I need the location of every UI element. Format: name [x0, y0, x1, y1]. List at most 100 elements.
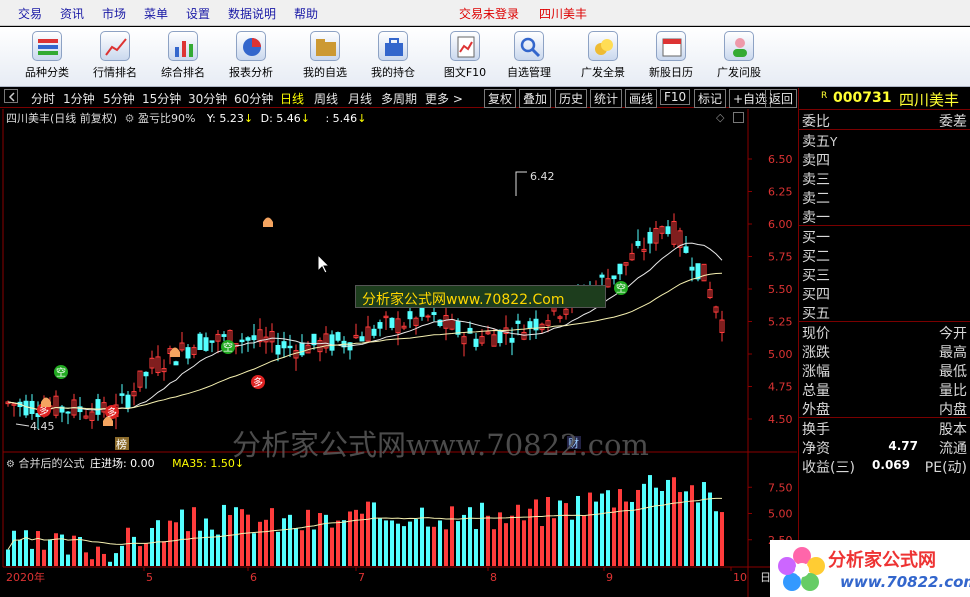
sub-bar: [648, 475, 652, 566]
sub-bar: [96, 546, 100, 566]
tool-f10[interactable]: F10: [660, 89, 691, 105]
sub-bar: [300, 530, 304, 566]
pie-chart-icon: [236, 31, 266, 61]
sub-bar: [540, 526, 544, 566]
high-price-label: 6.42: [530, 170, 555, 183]
sub-bar: [162, 541, 166, 566]
candle-down: [689, 266, 695, 271]
quote-row-volume: 总量 量比: [802, 383, 967, 399]
menu-help[interactable]: 帮助: [294, 5, 318, 22]
tool-fuquan[interactable]: 复权: [484, 89, 517, 108]
menu-settings[interactable]: 设置: [186, 5, 210, 22]
header-stock-name: 四川美丰: [539, 7, 588, 21]
sub-bar: [426, 526, 430, 566]
sub-bar: [276, 531, 280, 566]
sub-bar: [594, 501, 598, 566]
tb-panorama-button[interactable]: 广发全景: [570, 31, 636, 85]
sub-bar: [192, 507, 196, 566]
candle-down: [695, 263, 701, 280]
gear-icon[interactable]: ⚙: [6, 459, 15, 470]
period-30min[interactable]: 30分钟: [188, 90, 227, 107]
period-multi[interactable]: 多周期: [381, 90, 417, 107]
sub-bar: [618, 489, 622, 566]
menu-trade[interactable]: 交易: [18, 5, 42, 22]
down-arrow-icon: ↓: [300, 112, 310, 125]
tool-stats[interactable]: 统计: [590, 89, 623, 108]
menu-news[interactable]: 资讯: [60, 5, 84, 22]
period-5min[interactable]: 5分钟: [103, 90, 135, 107]
sub-bar: [576, 495, 580, 566]
period-weekly[interactable]: 周线: [314, 90, 338, 107]
sub-bar: [258, 521, 262, 566]
gear-icon[interactable]: ⚙: [125, 112, 135, 125]
quote-row-turnover: 换手 股本: [802, 422, 967, 438]
menu-menu[interactable]: 菜单: [144, 5, 168, 22]
sub-chart-indicator: 庄进场: 0.00: [89, 457, 155, 470]
menu-market[interactable]: 市场: [102, 5, 126, 22]
d-value: D: 5.46: [260, 112, 301, 125]
c-value: : 5.46: [325, 112, 358, 125]
tb-my-holdings-button[interactable]: 我的持仓: [360, 31, 426, 85]
tb-ipo-calendar-button[interactable]: 新股日历: [638, 31, 704, 85]
tb-report-analysis-button[interactable]: 报表分析: [218, 31, 284, 85]
period-daily[interactable]: 日线: [280, 90, 304, 107]
tool-mark[interactable]: 标记: [694, 89, 727, 108]
candle-down: [125, 394, 131, 409]
tb-my-watchlist-button[interactable]: 我的自选: [292, 31, 358, 85]
coins-icon: [588, 31, 618, 61]
sell-marker: 空: [616, 282, 626, 295]
tool-back[interactable]: 返回: [765, 89, 798, 108]
tb-category-button[interactable]: 品种分类: [14, 31, 80, 85]
sub-bar: [306, 509, 310, 566]
period-15min[interactable]: 15分钟: [142, 90, 181, 107]
candle-down: [95, 399, 101, 415]
sub-bar: [474, 529, 478, 566]
sub-bar: [432, 526, 436, 566]
sub-chart-info: ⚙ 合并后的公式 庄进场: 0.00 MA35: 1.50↓: [6, 455, 244, 471]
diamond-icon[interactable]: ◇: [716, 111, 724, 124]
sub-bar: [282, 518, 286, 566]
period-1min[interactable]: 1分钟: [63, 90, 95, 107]
period-fenshi[interactable]: 分时: [31, 90, 55, 107]
sub-bar: [558, 500, 562, 566]
period-60min[interactable]: 60分钟: [234, 90, 273, 107]
menu-data-info[interactable]: 数据说明: [228, 5, 276, 22]
tb-ranking-button[interactable]: 行情排名: [82, 31, 148, 85]
tb-f10-button[interactable]: 图文F10: [432, 31, 498, 85]
tool-draw[interactable]: 画线: [625, 89, 658, 108]
magnifier-icon: [514, 31, 544, 61]
time-axis-label: 5: [146, 571, 153, 584]
sub-bar: [366, 501, 370, 566]
candle-down: [329, 334, 335, 351]
price-tick-label: 5.00: [768, 348, 793, 361]
candle-down: [509, 337, 515, 343]
trade-status[interactable]: 交易未登录: [459, 5, 519, 22]
period-monthly[interactable]: 月线: [348, 90, 372, 107]
candle-down: [515, 320, 521, 324]
tb-ask-stock-button[interactable]: 广发问股: [706, 31, 772, 85]
price-tick-label: 6.00: [768, 218, 793, 231]
sub-bar: [42, 549, 46, 566]
tb-watchlist-manage-button[interactable]: 自选管理: [496, 31, 562, 85]
sub-chart-title: 合并后的公式: [18, 457, 85, 470]
kline-chart[interactable]: 6.50 6.25 6.00 5.75 5.50 5.25 5.00 4.75 4.50 7.50…: [0, 109, 797, 597]
sub-bar: [102, 553, 106, 566]
candle-down: [185, 347, 191, 359]
sub-bar: [66, 554, 70, 566]
window-icon[interactable]: [733, 112, 744, 123]
sub-bar: [612, 507, 616, 566]
period-more[interactable]: 更多 >: [425, 90, 463, 107]
candle-down: [407, 311, 413, 320]
tool-history[interactable]: 历史: [555, 89, 588, 108]
sub-bar: [180, 509, 184, 566]
collapse-icon[interactable]: [4, 89, 18, 103]
sub-bar: [132, 536, 136, 566]
price-tick-label: 6.50: [768, 153, 793, 166]
quote-row-eps: 收益(三) 0.069 PE(动): [802, 458, 967, 476]
tool-overlay[interactable]: 叠加: [519, 89, 552, 108]
sub-bar: [36, 531, 40, 566]
tb-composite-ranking-button[interactable]: 综合排名: [150, 31, 216, 85]
sub-bar: [84, 552, 88, 566]
candle-down: [635, 241, 641, 246]
candle-down: [665, 226, 671, 235]
